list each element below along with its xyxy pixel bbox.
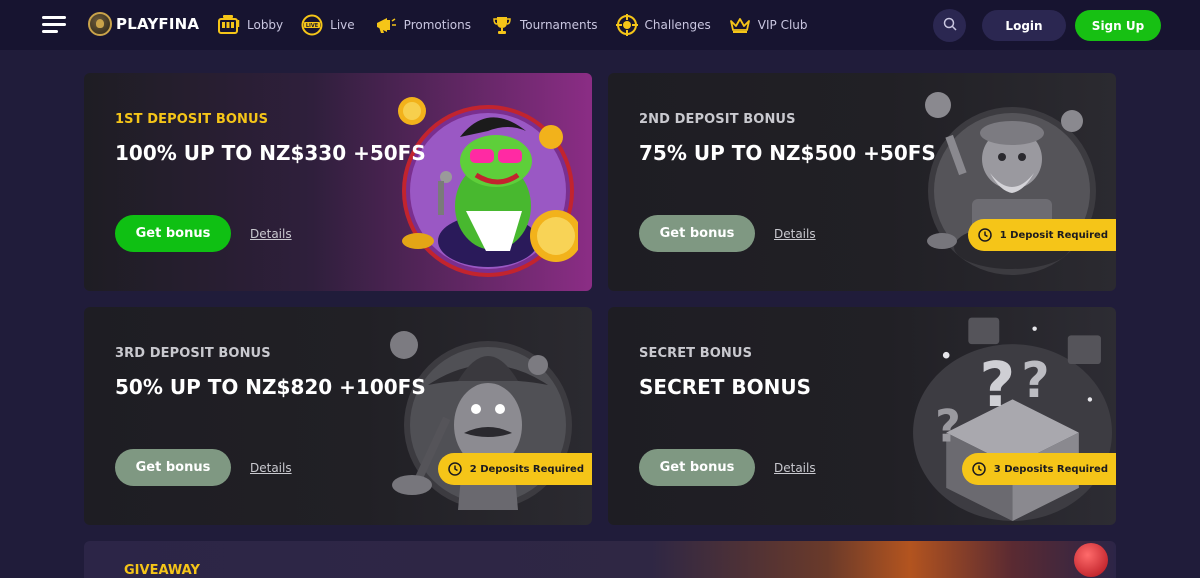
cowboy-character-illustration: [390, 331, 572, 510]
svg-text:?: ?: [979, 349, 1015, 421]
bonus-headline: 50% UP TO NZ$820 +100FS: [115, 375, 426, 399]
clock-icon: [977, 228, 992, 242]
crown-icon: [729, 14, 751, 36]
bonus-label: 2ND DEPOSIT BONUS: [639, 112, 796, 127]
signup-button[interactable]: Sign Up: [1075, 10, 1161, 41]
details-link[interactable]: Details: [774, 461, 816, 475]
nav-label-lobby: Lobby: [247, 18, 284, 32]
search-icon: [943, 16, 957, 35]
bonus-label: 3RD DEPOSIT BONUS: [115, 346, 271, 361]
search-button[interactable]: [933, 9, 966, 42]
nav-item-live[interactable]: LIVE Live: [301, 0, 355, 50]
site-logo[interactable]: PLAYFINA: [88, 12, 199, 36]
login-button[interactable]: Login: [982, 10, 1066, 41]
svg-text:?: ?: [935, 401, 961, 452]
get-bonus-button[interactable]: Get bonus: [639, 215, 755, 252]
logo-text: PLAYFINA: [116, 15, 200, 33]
menu-icon[interactable]: [42, 16, 66, 34]
get-bonus-button[interactable]: Get bonus: [639, 449, 755, 486]
nav-label-tournaments: Tournaments: [519, 18, 598, 32]
frog-singer-illustration: [398, 97, 578, 277]
main-navigation: Lobby LIVE Live Promotions Tournaments C…: [218, 0, 808, 50]
slot-machine-icon: [218, 14, 240, 36]
mystery-box-illustration: ? ? ?: [913, 317, 1112, 521]
requirement-text: 2 Deposits Required: [469, 463, 584, 475]
deposit-requirement-badge: 1 Deposit Required: [967, 219, 1116, 251]
miner-cart-illustration: [925, 92, 1096, 275]
giveaway-label: GIVEAWAY: [124, 563, 200, 578]
red-ball-decoration: [1074, 543, 1108, 577]
get-bonus-button[interactable]: Get bonus: [115, 449, 231, 486]
svg-text:LIVE: LIVE: [306, 23, 319, 29]
lion-logo-icon: [88, 12, 112, 36]
bonus-headline: SECRET BONUS: [639, 375, 812, 399]
bonus-headline: 75% UP TO NZ$500 +50FS: [639, 141, 936, 165]
deposit-requirement-badge: 3 Deposits Required: [961, 453, 1116, 485]
details-link[interactable]: Details: [250, 461, 292, 475]
deposit-requirement-badge: 2 Deposits Required: [437, 453, 592, 485]
bonus-headline: 100% UP TO NZ$330 +50FS: [115, 141, 426, 165]
nav-item-challenges[interactable]: Challenges: [615, 0, 711, 50]
get-bonus-button[interactable]: Get bonus: [115, 215, 231, 252]
bonus-card-secret: ? ? ? SECRET BONUS SECRET BONUS Get bonu…: [608, 307, 1116, 525]
nav-item-tournaments[interactable]: Tournaments: [491, 0, 598, 50]
requirement-text: 1 Deposit Required: [999, 229, 1108, 241]
nav-label-promotions: Promotions: [403, 18, 471, 32]
top-navigation-bar: PLAYFINA Lobby LIVE Live Promotions Tour…: [0, 0, 1200, 50]
live-icon: LIVE: [301, 14, 323, 36]
nav-item-lobby[interactable]: Lobby: [218, 0, 283, 50]
trophy-icon: [491, 14, 513, 36]
requirement-text: 3 Deposits Required: [993, 463, 1108, 475]
nav-label-challenges: Challenges: [644, 18, 711, 32]
nav-label-live: Live: [330, 18, 355, 32]
nav-item-promotions[interactable]: Promotions: [375, 0, 471, 50]
clock-icon: [448, 462, 462, 476]
details-link[interactable]: Details: [250, 227, 292, 241]
nav-label-vip-club: VIP Club: [757, 18, 808, 32]
clock-icon: [972, 462, 986, 476]
target-icon: [615, 14, 638, 36]
giveaway-banner[interactable]: GIVEAWAY: [84, 541, 1116, 578]
bonus-card-first-deposit: 1ST DEPOSIT BONUS 100% UP TO NZ$330 +50F…: [84, 73, 592, 291]
bonus-card-second-deposit: 2ND DEPOSIT BONUS 75% UP TO NZ$500 +50FS…: [608, 73, 1116, 291]
details-link[interactable]: Details: [774, 227, 816, 241]
megaphone-icon: [375, 14, 397, 36]
bonus-card-third-deposit: 3RD DEPOSIT BONUS 50% UP TO NZ$820 +100F…: [84, 307, 592, 525]
nav-item-vip-club[interactable]: VIP Club: [729, 0, 808, 50]
bonus-label: 1ST DEPOSIT BONUS: [115, 112, 269, 127]
svg-text:?: ?: [1021, 353, 1049, 409]
bonus-label: SECRET BONUS: [639, 346, 753, 361]
